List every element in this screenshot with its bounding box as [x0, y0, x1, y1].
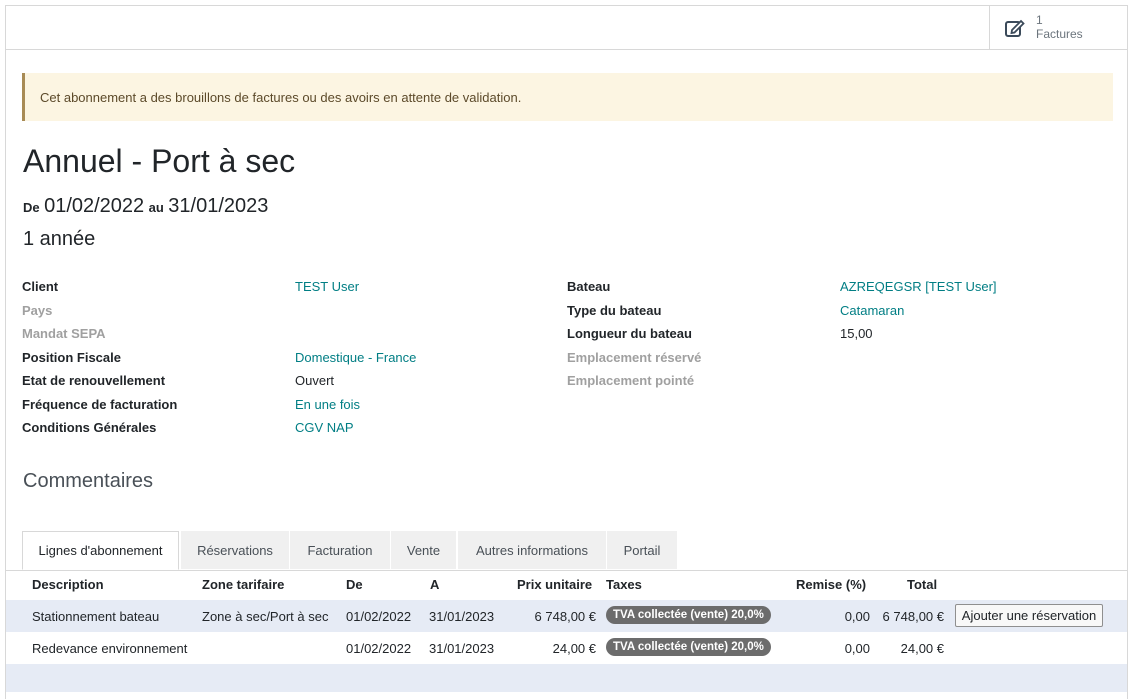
reserved-slot-label: Emplacement réservé [567, 350, 702, 365]
tab-portal[interactable]: Portail [607, 531, 677, 569]
fiscal-position-label: Position Fiscale [22, 350, 121, 365]
tab-reservations[interactable]: Réservations [181, 531, 289, 569]
client-value[interactable]: TEST User [295, 279, 359, 294]
row-discount: 0,00 [844, 609, 870, 624]
renewal-state-value[interactable]: Ouvert [295, 373, 334, 388]
row-description: Stationnement bateau [32, 609, 160, 624]
col-to[interactable]: A [430, 577, 439, 592]
col-zone[interactable]: Zone tarifaire [202, 577, 284, 592]
alert-text: Cet abonnement a des brouillons de factu… [40, 90, 522, 105]
col-taxes[interactable]: Taxes [606, 577, 642, 592]
col-total[interactable]: Total [907, 577, 937, 592]
comments-heading[interactable]: Commentaires [23, 470, 153, 493]
row-total: 6 748,00 € [882, 609, 944, 624]
col-unit-price[interactable]: Prix unitaire [517, 577, 592, 592]
row-from: 01/02/2022 [346, 609, 412, 624]
row-to: 31/01/2023 [429, 641, 495, 656]
row-to: 31/01/2023 [429, 609, 495, 624]
boat-type-label: Type du bateau [567, 303, 662, 318]
invoice-count: 1 [1036, 13, 1043, 27]
boat-length-value[interactable]: 15,00 [840, 326, 873, 341]
col-description[interactable]: Description [32, 577, 104, 592]
boat-length-label: Longueur du bateau [567, 326, 692, 341]
tab-subscription-lines[interactable]: Lignes d'abonnement [22, 531, 179, 570]
col-discount[interactable]: Remise (%) [796, 577, 866, 592]
row-unit-price: 6 748,00 € [534, 609, 596, 624]
boat-label: Bateau [567, 279, 611, 294]
button-box: 1 Factures [6, 6, 1127, 50]
page-title: Annuel - Port à sec [23, 143, 296, 179]
col-from[interactable]: De [346, 577, 363, 592]
tab-other-info[interactable]: Autres informations [458, 531, 606, 569]
tab-sale[interactable]: Vente [391, 531, 456, 569]
checked-slot-label: Emplacement pointé [567, 373, 695, 388]
to-date[interactable]: 31/01/2023 [168, 195, 268, 217]
table-row[interactable]: Stationnement bateau Zone à sec/Port à s… [6, 600, 1127, 632]
billing-frequency-label: Fréquence de facturation [22, 397, 178, 412]
subscription-duration: 1 année [23, 228, 96, 250]
terms-label: Conditions Générales [22, 420, 157, 435]
tab-invoicing[interactable]: Facturation [290, 531, 390, 569]
tax-badge: TVA collectée (vente) 20,0% [606, 606, 771, 624]
boat-value[interactable]: AZREQEGSR [TEST User] [840, 279, 997, 294]
country-label: Pays [22, 303, 53, 318]
sepa-mandate-label: Mandat SEPA [22, 326, 106, 341]
form-sheet: 1 Factures Cet abonnement a des brouillo… [5, 5, 1128, 699]
warning-alert: Cet abonnement a des brouillons de factu… [22, 73, 1113, 121]
client-label: Client [22, 279, 59, 294]
add-reservation-button[interactable]: Ajouter une réservation [955, 604, 1103, 627]
row-discount: 0,00 [844, 641, 870, 656]
table-header: Description Zone tarifaire De A Prix uni… [6, 571, 1127, 599]
from-date[interactable]: 01/02/2022 [44, 195, 144, 217]
billing-frequency-value[interactable]: En une fois [295, 397, 360, 412]
row-from: 01/02/2022 [346, 641, 412, 656]
terms-value[interactable]: CGV NAP [295, 420, 354, 435]
invoices-stat-button[interactable]: 1 Factures [989, 6, 1129, 49]
tax-badge: TVA collectée (vente) 20,0% [606, 638, 771, 656]
renewal-state-label: Etat de renouvellement [22, 373, 166, 388]
pencil-square-icon [1005, 19, 1025, 37]
invoice-label: Factures [1036, 27, 1083, 41]
subscription-period: De 01/02/2022 au 31/01/2023 [23, 193, 268, 221]
empty-table-row[interactable] [6, 664, 1127, 692]
to-label: au [148, 200, 164, 215]
row-zone: Zone à sec/Port à sec [202, 609, 329, 624]
fiscal-position-value[interactable]: Domestique - France [295, 350, 416, 365]
row-unit-price: 24,00 € [552, 641, 596, 656]
from-label: De [23, 200, 40, 215]
row-description: Redevance environnement [32, 641, 188, 656]
boat-type-value[interactable]: Catamaran [840, 303, 904, 318]
row-total: 24,00 € [900, 641, 944, 656]
table-row[interactable]: Redevance environnement 01/02/2022 31/01… [6, 632, 1127, 664]
